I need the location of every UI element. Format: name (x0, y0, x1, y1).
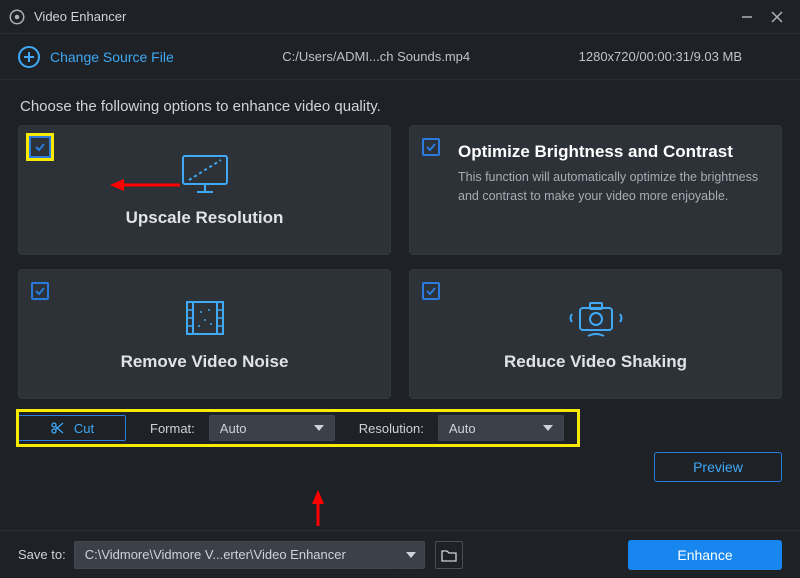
card-title: Remove Video Noise (121, 352, 289, 372)
resolution-value: Auto (449, 421, 476, 436)
change-source-button[interactable]: Change Source File (18, 46, 174, 68)
enhancement-grid: Upscale Resolution Optimize Brightness a… (0, 125, 800, 399)
save-path-field[interactable]: C:\Vidmore\Vidmore V...erter\Video Enhan… (74, 541, 400, 569)
film-noise-icon (177, 296, 233, 340)
folder-icon (441, 548, 457, 562)
preview-button[interactable]: Preview (654, 452, 782, 482)
app-title: Video Enhancer (34, 9, 126, 24)
app-icon (8, 8, 26, 26)
cut-label: Cut (74, 421, 94, 436)
card-title: Upscale Resolution (126, 208, 284, 228)
card-title: Reduce Video Shaking (504, 352, 687, 372)
output-controls: Cut Format: Auto Resolution: Auto (18, 415, 782, 441)
plus-circle-icon (18, 46, 40, 68)
minimize-button[interactable] (732, 2, 762, 32)
bottom-bar: Save to: C:\Vidmore\Vidmore V...erter\Vi… (0, 530, 800, 578)
resolution-label: Resolution: (359, 421, 424, 436)
browse-folder-button[interactable] (435, 541, 463, 569)
close-button[interactable] (762, 2, 792, 32)
card-remove-noise[interactable]: Remove Video Noise (18, 269, 391, 399)
enhance-label: Enhance (677, 547, 732, 563)
cut-button[interactable]: Cut (18, 415, 126, 441)
checkbox-optimize[interactable] (422, 138, 440, 156)
instruction-text: Choose the following options to enhance … (0, 80, 800, 125)
annotation-arrow-to-checkbox (110, 177, 180, 193)
card-title: Optimize Brightness and Contrast (458, 142, 733, 162)
checkbox-upscale[interactable] (29, 136, 51, 158)
chevron-down-icon (543, 425, 553, 431)
annotation-arrow-to-controls (310, 490, 326, 526)
source-path: C:/Users/ADMI...ch Sounds.mp4 (174, 49, 579, 64)
monitor-upscale-icon (177, 152, 233, 196)
resolution-select[interactable]: Auto (438, 415, 564, 441)
enhance-button[interactable]: Enhance (628, 540, 782, 570)
titlebar: Video Enhancer (0, 0, 800, 34)
save-path-value: C:\Vidmore\Vidmore V...erter\Video Enhan… (85, 547, 346, 562)
save-path-dropdown[interactable] (399, 541, 425, 569)
change-source-label: Change Source File (50, 49, 174, 65)
card-upscale-resolution[interactable]: Upscale Resolution (18, 125, 391, 255)
format-select[interactable]: Auto (209, 415, 335, 441)
card-reduce-shaking[interactable]: Reduce Video Shaking (409, 269, 782, 399)
card-description: This function will automatically optimiz… (458, 168, 763, 206)
camera-shake-icon (566, 296, 626, 340)
checkbox-noise[interactable] (31, 282, 49, 300)
source-bar: Change Source File C:/Users/ADMI...ch So… (0, 34, 800, 80)
preview-label: Preview (693, 459, 743, 475)
chevron-down-icon (314, 425, 324, 431)
card-optimize-brightness[interactable]: Optimize Brightness and Contrast This fu… (409, 125, 782, 255)
scissors-icon (50, 421, 64, 435)
source-meta: 1280x720/00:00:31/9.03 MB (579, 49, 742, 64)
format-value: Auto (220, 421, 247, 436)
save-to-label: Save to: (18, 547, 66, 562)
format-label: Format: (150, 421, 195, 436)
checkbox-shaking[interactable] (422, 282, 440, 300)
